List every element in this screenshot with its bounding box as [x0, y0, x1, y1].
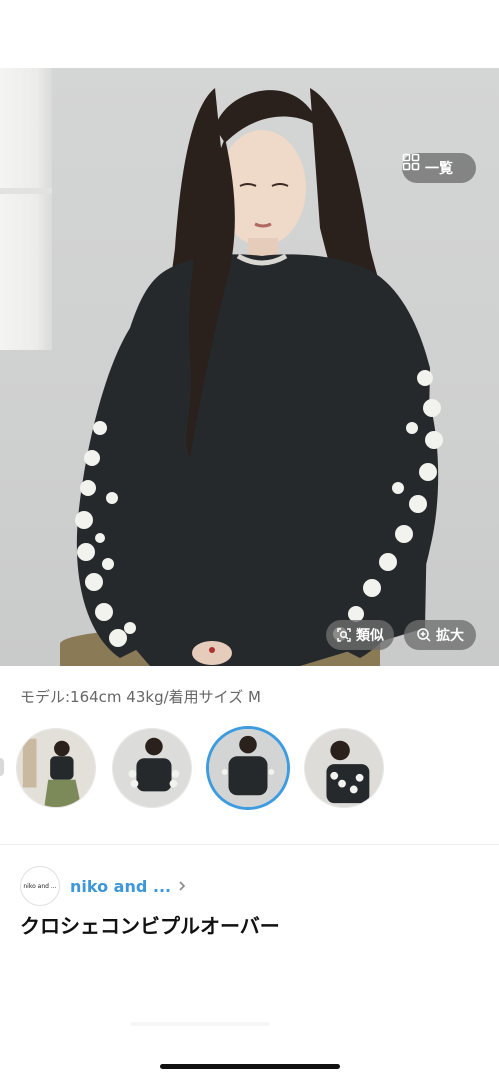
thumbnail-2[interactable] [112, 728, 192, 808]
chevron-right-icon [177, 880, 187, 892]
thumbnail-image [113, 729, 191, 807]
list-view-label: 一覧 [425, 161, 453, 177]
brand-logo: niko and ... [20, 866, 60, 906]
image-search-icon [337, 628, 351, 642]
thumbnail-1[interactable] [16, 728, 96, 808]
thumbnail-3-selected[interactable] [206, 726, 290, 810]
brand-name[interactable]: niko and ... [70, 877, 171, 896]
home-indicator[interactable] [160, 1064, 340, 1069]
product-image[interactable]: 一覧 [0, 68, 499, 666]
thumbnail-image [305, 729, 383, 807]
top-bar [0, 0, 499, 68]
thumbnail-image [17, 729, 95, 807]
thumbnail-image [209, 729, 287, 807]
similar-items-button[interactable]: 類似 [326, 620, 394, 650]
zoom-button[interactable]: 拡大 [404, 620, 476, 650]
faint-divider [130, 1022, 270, 1026]
brand-link[interactable]: niko and ... niko and ... [20, 864, 187, 908]
grid-icon [402, 153, 420, 171]
thumbnail-peek[interactable] [0, 758, 4, 776]
thumbnail-4[interactable] [304, 728, 384, 808]
model-size-info: モデル:164cm 43kg/着用サイズ M [20, 688, 261, 706]
product-title: クロシェコンビプルオーバー [20, 914, 280, 938]
section-divider [0, 844, 499, 845]
thumbnail-carousel [0, 724, 499, 814]
similar-items-label: 類似 [356, 628, 384, 644]
zoom-in-icon [417, 628, 431, 642]
zoom-label: 拡大 [436, 628, 464, 644]
list-view-button[interactable]: 一覧 [402, 153, 476, 183]
